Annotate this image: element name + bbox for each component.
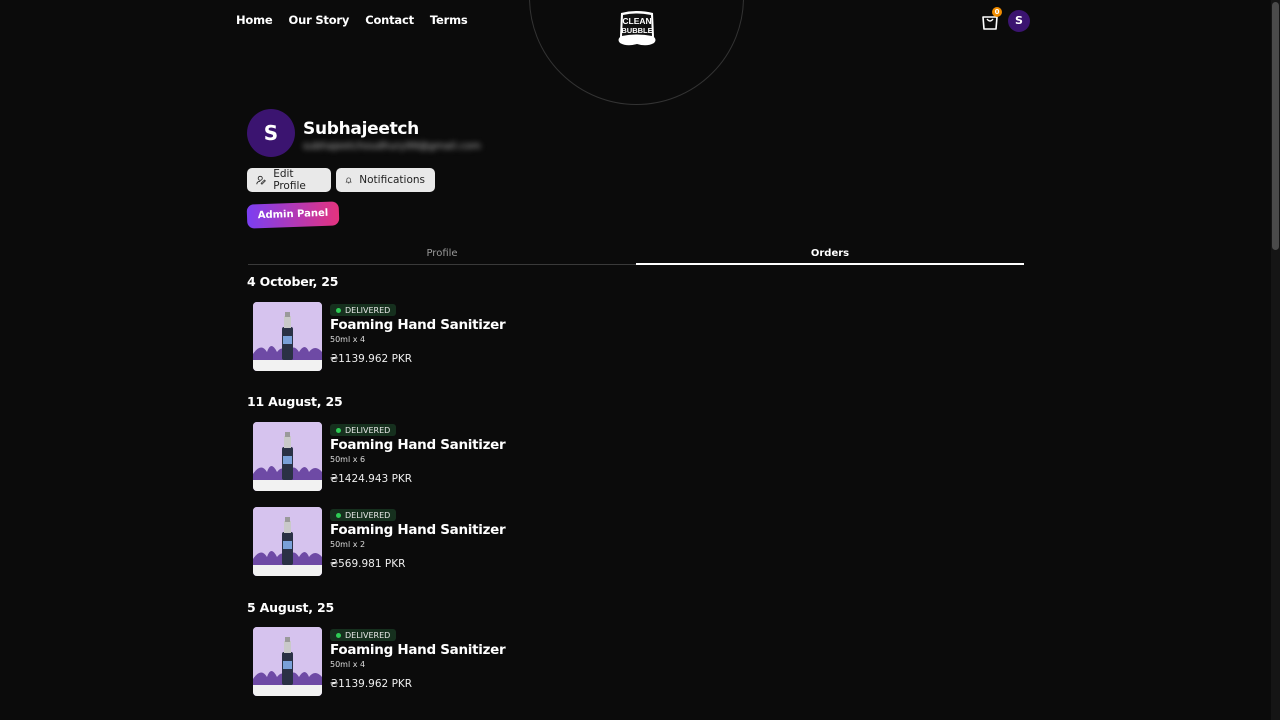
user-avatar[interactable]: S: [1008, 10, 1030, 32]
status-badge: DELIVERED: [330, 304, 397, 316]
status-badge: DELIVERED: [330, 424, 397, 436]
product-quantity: 50ml x 4: [330, 660, 366, 669]
delivered-dot-icon: [336, 307, 341, 313]
logo-line1: CLEAN: [622, 16, 651, 26]
cart-count-badge: 0: [992, 7, 1002, 17]
profile-email: subhajeetchoudhury99@gmail.com: [303, 141, 481, 152]
delivered-dot-icon: [336, 427, 341, 433]
product-quantity: 50ml x 2: [330, 540, 366, 549]
notifications-label: Notifications: [359, 174, 425, 186]
product-thumbnail: [253, 627, 322, 696]
order-item[interactable]: DELIVERED Foaming Hand Sanitizer 50ml x …: [253, 422, 553, 492]
admin-panel-button[interactable]: Admin Panel: [246, 201, 340, 229]
product-price: ₴1139.962 PKR: [330, 678, 413, 690]
delivered-dot-icon: [336, 632, 341, 638]
order-item[interactable]: DELIVERED Foaming Hand Sanitizer 50ml x …: [253, 507, 553, 577]
status-label: DELIVERED: [345, 425, 391, 435]
nav-contact-link[interactable]: Contact: [365, 13, 414, 27]
product-name: Foaming Hand Sanitizer: [330, 522, 506, 538]
product-quantity: 50ml x 4: [330, 335, 366, 344]
order-date: 4 October, 25: [247, 274, 339, 289]
user-edit-icon: [256, 175, 266, 185]
profile-name: Subhajeetch: [303, 119, 419, 139]
nav-home-link[interactable]: Home: [236, 13, 273, 27]
profile-avatar: S: [247, 109, 295, 157]
status-label: DELIVERED: [345, 630, 391, 640]
nav-our-story-link[interactable]: Our Story: [289, 13, 350, 27]
product-price: ₴1424.943 PKR: [330, 473, 413, 485]
bell-icon: [345, 177, 352, 184]
tab-orders[interactable]: Orders: [636, 248, 1024, 265]
product-price: ₴569.981 PKR: [330, 558, 406, 570]
edit-profile-button[interactable]: Edit Profile: [247, 168, 331, 192]
profile-tabs: Profile Orders: [248, 248, 1024, 266]
product-name: Foaming Hand Sanitizer: [330, 642, 506, 658]
order-item[interactable]: DELIVERED Foaming Hand Sanitizer 50ml x …: [253, 302, 553, 372]
status-badge: DELIVERED: [330, 509, 397, 521]
nav-terms-link[interactable]: Terms: [430, 13, 468, 27]
status-label: DELIVERED: [345, 305, 391, 315]
logo-line2: BUBBLE: [621, 26, 652, 35]
product-name: Foaming Hand Sanitizer: [330, 317, 506, 333]
edit-profile-label: Edit Profile: [273, 168, 306, 192]
delivered-dot-icon: [336, 512, 341, 518]
scrollbar-thumb[interactable]: [1272, 2, 1279, 250]
status-badge: DELIVERED: [330, 629, 397, 641]
product-name: Foaming Hand Sanitizer: [330, 437, 506, 453]
main-nav: Home Our Story Contact Terms: [236, 13, 468, 27]
order-date: 5 August, 25: [247, 600, 334, 615]
product-quantity: 50ml x 6: [330, 455, 366, 464]
product-thumbnail: [253, 507, 322, 576]
product-price: ₴1139.962 PKR: [330, 353, 413, 365]
tab-profile[interactable]: Profile: [248, 248, 636, 265]
product-thumbnail: [253, 422, 322, 491]
page-scrollbar[interactable]: [1271, 0, 1280, 720]
clean-bubble-logo[interactable]: CLEAN BUBBLE: [617, 9, 657, 48]
order-date: 11 August, 25: [247, 394, 343, 409]
order-item[interactable]: DELIVERED Foaming Hand Sanitizer 50ml x …: [253, 627, 553, 697]
notifications-button[interactable]: Notifications: [336, 168, 435, 192]
status-label: DELIVERED: [345, 510, 391, 520]
product-thumbnail: [253, 302, 322, 371]
